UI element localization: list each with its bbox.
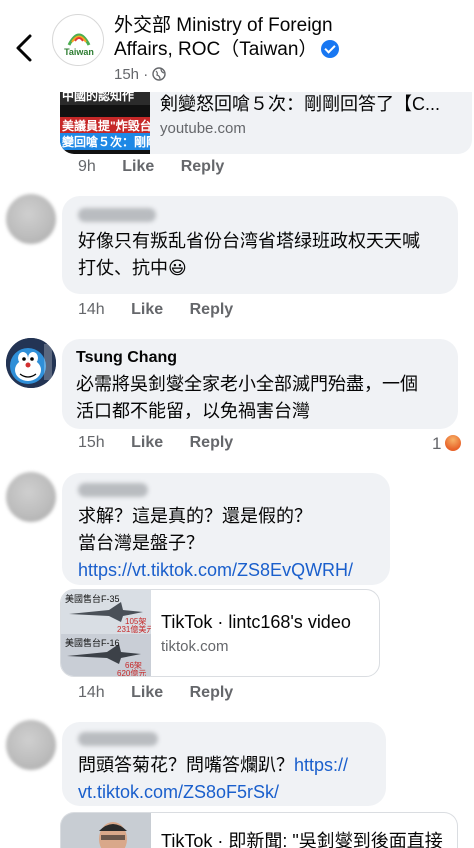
comment-line-1: 好像只有叛乱省份台湾省塔绿班政权天天喊 bbox=[78, 231, 420, 251]
comment-text: 求解？這是真的？還是假的？ 當台灣是盤子？ https://vt.tiktok.… bbox=[78, 503, 353, 584]
avatar[interactable] bbox=[6, 338, 56, 388]
angry-reaction-icon bbox=[443, 433, 464, 453]
avatar[interactable] bbox=[6, 720, 56, 770]
globe-icon bbox=[152, 67, 167, 81]
link-domain: tiktok.com bbox=[161, 638, 229, 655]
comment-text: 好像只有叛乱省份台湾省塔绿班政权天天喊 打仗、抗中😃 bbox=[78, 228, 420, 282]
comment-time[interactable]: 14h bbox=[78, 301, 105, 318]
tiktok-link-preview[interactable]: TikTok · 即新聞: "吳釗燮到後面直接 bbox=[60, 812, 458, 848]
like-button[interactable]: Like bbox=[131, 301, 163, 318]
doraemon-avatar-icon bbox=[6, 338, 56, 388]
author-name-redacted[interactable] bbox=[78, 483, 148, 502]
page-title-line-1: 外交部 Ministry of Foreign bbox=[114, 15, 333, 36]
page-avatar[interactable]: Taiwan bbox=[52, 14, 104, 66]
back-button[interactable] bbox=[10, 30, 38, 66]
avatar[interactable] bbox=[6, 472, 56, 522]
thumb-caption-3: 變回嗆５次：剛剛 bbox=[60, 133, 150, 150]
comment-bubble: 好像只有叛乱省份台湾省塔绿班政权天天喊 打仗、抗中😃 bbox=[62, 196, 458, 294]
tiktok-thumbnail bbox=[61, 813, 151, 848]
taiwan-logo-icon: Taiwan bbox=[55, 17, 103, 65]
post-header: Taiwan 外交部 Ministry of Foreign Affairs, … bbox=[0, 0, 474, 92]
tiktok-link-preview[interactable]: 美國售台F-35 105架 231億美元 美國售台F-16 66架 620億元 … bbox=[60, 589, 380, 677]
reaction-summary[interactable]: 1 bbox=[432, 433, 464, 454]
page-title-line-2: Affairs, ROC（Taiwan） bbox=[114, 39, 318, 60]
comment-line-2: 打仗、抗中😃 bbox=[78, 258, 187, 278]
comment-line-1: 問頭答菊花？問嘴答爛趴？ bbox=[78, 755, 294, 775]
comment-bubble: Tsung Chang 必需將吳釗燮全家老小全部滅門殆盡，一個 活口都不能留，以… bbox=[62, 339, 458, 429]
link-domain: youtube.com bbox=[160, 120, 246, 137]
post-meta: 15h · bbox=[114, 66, 167, 83]
reaction-count: 1 bbox=[432, 434, 442, 453]
comment-actions: 9h Like Reply bbox=[78, 158, 246, 176]
reply-button[interactable]: Reply bbox=[181, 158, 225, 175]
comment-text: 必需將吳釗燮全家老小全部滅門殆盡，一個 活口都不能留，以免禍害台灣 bbox=[76, 371, 418, 425]
link-title: TikTok · 即新聞: "吳釗燮到後面直接 bbox=[161, 831, 443, 848]
comment-link[interactable]: vt.tiktok.com/ZS8oF5rSk/ bbox=[78, 779, 348, 806]
reply-button[interactable]: Reply bbox=[190, 684, 234, 701]
person-photo-icon bbox=[61, 813, 151, 848]
comment-line-1: 求解？這是真的？還是假的？ bbox=[78, 506, 312, 526]
post-timestamp[interactable]: 15h bbox=[114, 66, 139, 83]
comment-bubble: 問頭答菊花？問嘴答爛趴？https:// vt.tiktok.com/ZS8oF… bbox=[62, 722, 386, 806]
link-title: 剣變怒回嗆５次：剛剛回答了【C... bbox=[160, 94, 441, 114]
comment-author[interactable]: Tsung Chang bbox=[76, 349, 177, 367]
thumb-label-3: 231億美元 bbox=[117, 625, 151, 634]
avatar[interactable] bbox=[6, 194, 56, 244]
comment-link[interactable]: https://vt.tiktok.com/ZS8EvQWRH/ bbox=[78, 557, 353, 584]
comment-text: 問頭答菊花？問嘴答爛趴？https:// vt.tiktok.com/ZS8oF… bbox=[78, 752, 348, 806]
comment-time[interactable]: 14h bbox=[78, 684, 105, 701]
comment-line-1: 必需將吳釗燮全家老小全部滅門殆盡，一個 bbox=[76, 374, 418, 394]
comment-line-2: 當台灣是盤子？ bbox=[78, 533, 204, 553]
thumb-label-1: 美國售台F-35 bbox=[65, 594, 120, 604]
thumb-label-6: 620億元 bbox=[117, 669, 147, 676]
dot-separator: · bbox=[143, 66, 153, 83]
chevron-left-icon bbox=[16, 34, 32, 62]
comment-link-start[interactable]: https:// bbox=[294, 755, 348, 775]
like-button[interactable]: Like bbox=[131, 684, 163, 701]
like-button[interactable]: Like bbox=[131, 434, 163, 451]
comment-actions: 15h Like Reply bbox=[78, 434, 255, 452]
like-button[interactable]: Like bbox=[122, 158, 154, 175]
author-name-redacted[interactable] bbox=[78, 208, 156, 227]
avatar-caption: Taiwan bbox=[64, 47, 94, 57]
reply-button[interactable]: Reply bbox=[190, 434, 234, 451]
comment-bubble: 求解？這是真的？還是假的？ 當台灣是盤子？ https://vt.tiktok.… bbox=[62, 473, 390, 585]
comment-actions: 14h Like Reply bbox=[78, 301, 255, 319]
reply-button[interactable]: Reply bbox=[190, 301, 234, 318]
comment-time[interactable]: 9h bbox=[78, 158, 96, 175]
thumb-label-4: 美國售台F-16 bbox=[65, 638, 120, 648]
tiktok-thumbnail: 美國售台F-35 105架 231億美元 美國售台F-16 66架 620億元 bbox=[61, 590, 151, 676]
comment-actions: 14h Like Reply bbox=[78, 684, 255, 702]
comment-time[interactable]: 15h bbox=[78, 434, 105, 451]
author-name-redacted[interactable] bbox=[78, 732, 158, 751]
link-title: TikTok · lintc168's video bbox=[161, 612, 351, 632]
thumb-caption-2: 美議員提"炸毀台 bbox=[60, 117, 150, 134]
page-title[interactable]: 外交部 Ministry of Foreign Affairs, ROC（Tai… bbox=[114, 14, 434, 62]
verified-badge-icon bbox=[321, 40, 340, 58]
comment-line-2: 活口都不能留，以免禍害台灣 bbox=[76, 401, 310, 421]
